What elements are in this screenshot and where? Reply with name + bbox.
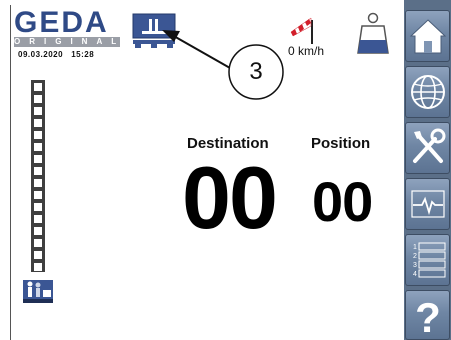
svg-text:1: 1 xyxy=(413,244,417,251)
svg-text:3: 3 xyxy=(413,262,417,269)
weight-icon xyxy=(357,12,389,54)
platform-position-icon[interactable] xyxy=(21,272,55,306)
logo-band: ORIGINAL xyxy=(14,37,126,47)
globe-button[interactable] xyxy=(405,66,450,118)
position-label: Position xyxy=(311,135,371,152)
list-icon: 1 2 3 4 xyxy=(413,242,445,278)
callout-number: 3 xyxy=(249,58,263,85)
logo-text: GEDA xyxy=(14,8,109,34)
svg-text:?: ? xyxy=(415,294,441,336)
mast-indicator xyxy=(31,80,45,272)
tools-icon xyxy=(412,128,445,163)
help-button[interactable]: ? xyxy=(405,290,450,340)
tools-button[interactable] xyxy=(405,122,450,174)
globe-icon xyxy=(410,75,445,109)
destination-value: 00 xyxy=(182,148,278,247)
diagnostics-button[interactable] xyxy=(405,178,450,230)
svg-text:4: 4 xyxy=(413,271,417,278)
heartbeat-icon xyxy=(410,190,445,218)
date-time: 09.03.2020 15:28 xyxy=(18,50,95,59)
svg-text:2: 2 xyxy=(413,253,417,260)
home-button[interactable] xyxy=(405,10,450,62)
geda-logo: GEDA xyxy=(14,8,109,34)
wind-speed: 0 km/h xyxy=(288,44,325,58)
home-icon xyxy=(409,19,446,54)
list-button[interactable]: 1 2 3 4 xyxy=(405,234,450,286)
question-icon: ? xyxy=(415,294,441,336)
position-value: 00 xyxy=(312,170,373,233)
